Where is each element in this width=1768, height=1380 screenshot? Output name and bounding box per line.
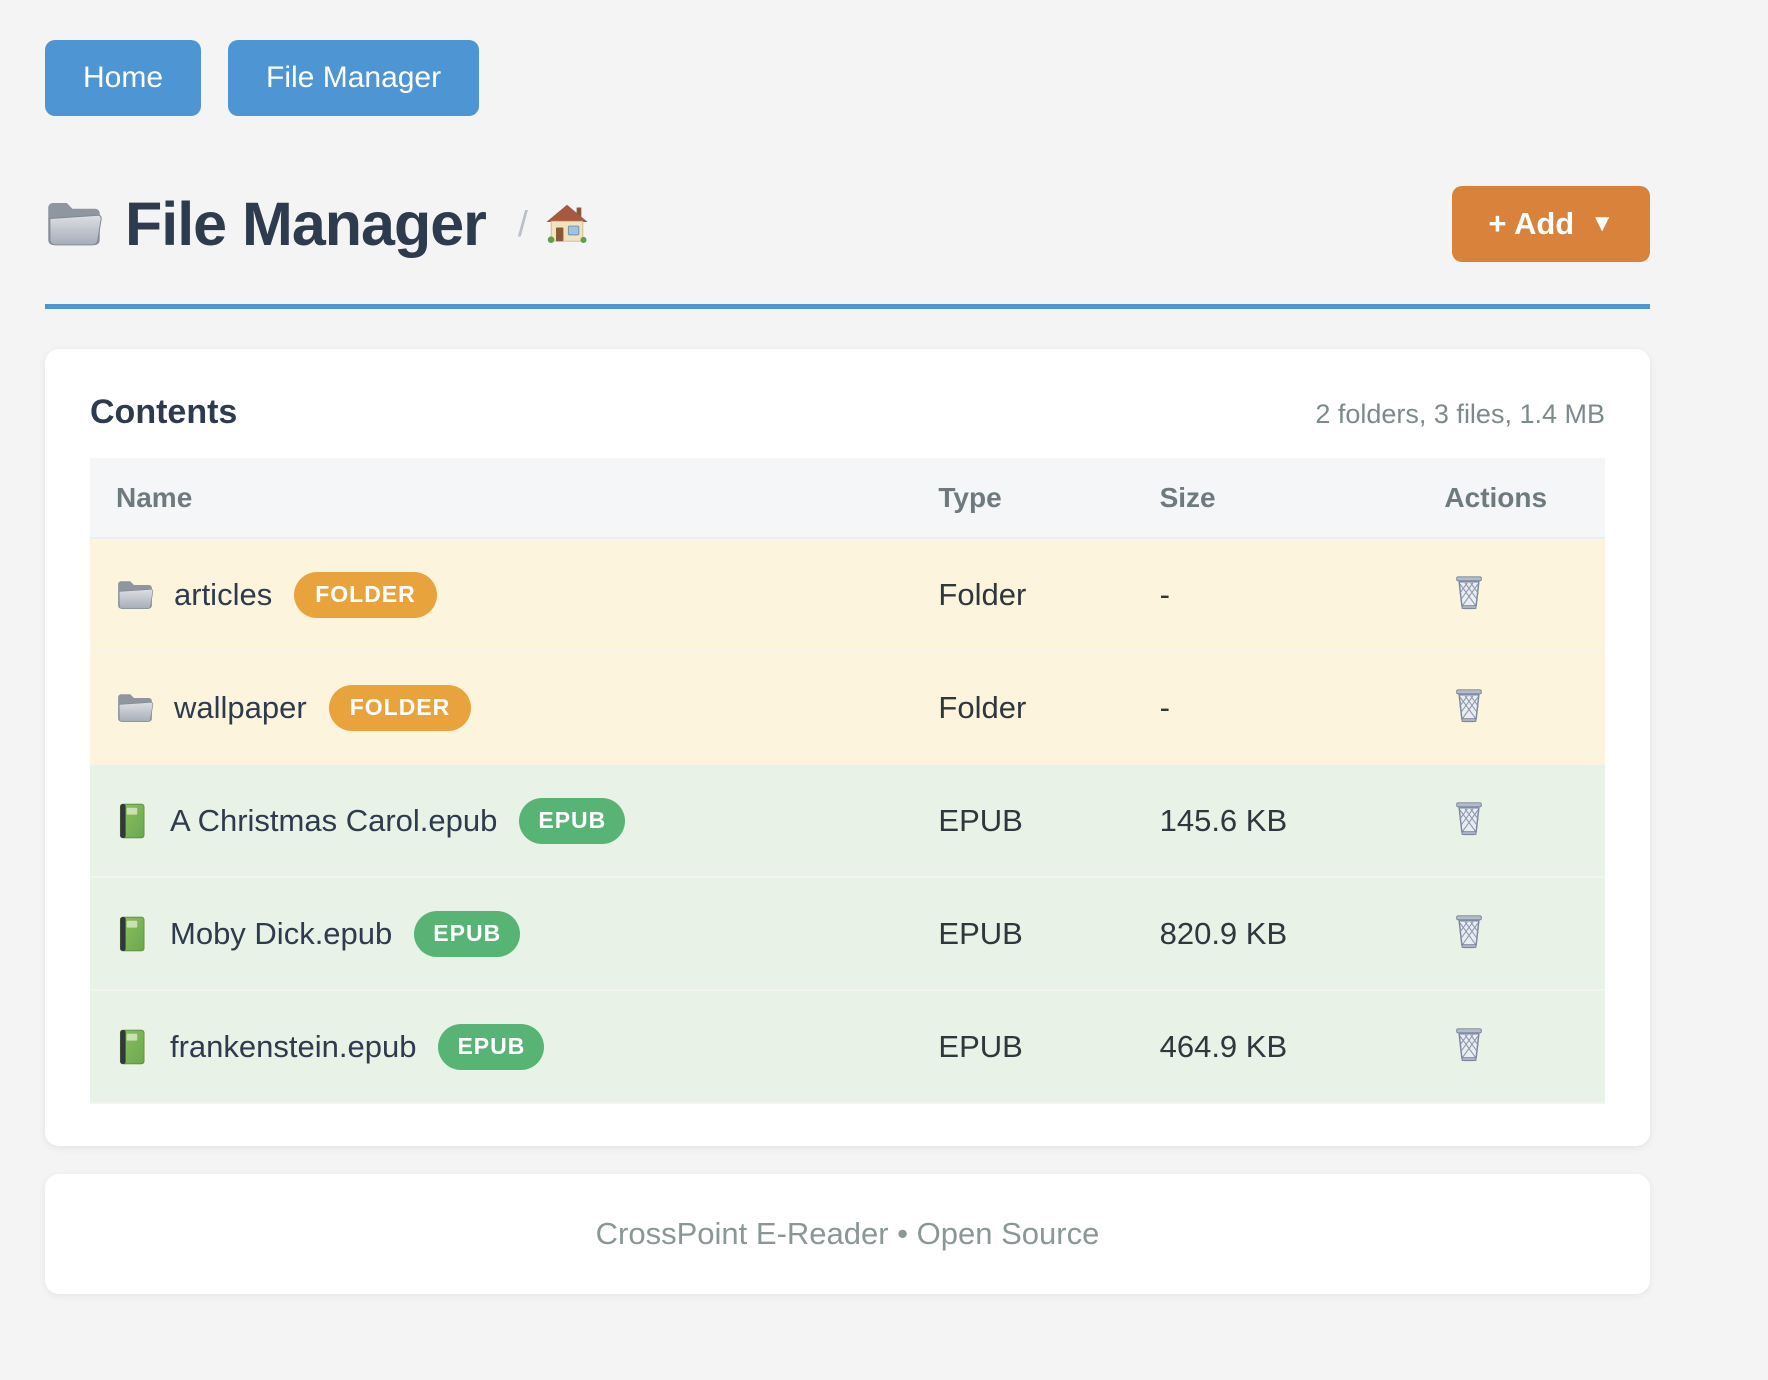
delete-button[interactable] [1448, 683, 1490, 729]
file-name: A Christmas Carol.epub [170, 803, 497, 839]
file-name: Moby Dick.epub [170, 916, 392, 952]
book-icon [116, 915, 150, 953]
table-row[interactable]: frankenstein.epub EPUB EPUB 464.9 KB [90, 990, 1605, 1103]
column-header-type: Type [938, 458, 1159, 538]
book-icon [116, 1028, 150, 1066]
folder-icon [116, 691, 154, 725]
type-badge: EPUB [414, 911, 520, 957]
table-row[interactable]: wallpaper FOLDER Folder - [90, 651, 1605, 764]
contents-card-header: Contents 2 folders, 3 files, 1.4 MB [90, 393, 1605, 432]
footer-text: CrossPoint E-Reader • Open Source [596, 1216, 1100, 1252]
type-badge: EPUB [519, 798, 625, 844]
trash-icon [1452, 800, 1486, 838]
page: Home File Manager File Manager / [45, 0, 1650, 1294]
delete-button[interactable] [1448, 909, 1490, 955]
contents-summary: 2 folders, 3 files, 1.4 MB [1315, 399, 1605, 430]
column-header-size: Size [1160, 458, 1445, 538]
file-size: 145.6 KB [1160, 764, 1445, 877]
breadcrumb-separator: / [518, 203, 528, 245]
file-name: articles [174, 577, 272, 613]
nav-home-button[interactable]: Home [45, 40, 201, 116]
folder-icon [45, 198, 103, 250]
nav-file-manager-button[interactable]: File Manager [228, 40, 479, 116]
breadcrumb: / [518, 202, 590, 246]
delete-button[interactable] [1448, 796, 1490, 842]
house-icon[interactable] [544, 202, 590, 246]
footer: CrossPoint E-Reader • Open Source [45, 1174, 1650, 1294]
table-row[interactable]: Moby Dick.epub EPUB EPUB 820.9 KB [90, 877, 1605, 990]
table-row[interactable]: A Christmas Carol.epub EPUB EPUB 145.6 K… [90, 764, 1605, 877]
file-type: EPUB [938, 990, 1159, 1103]
title-divider [45, 304, 1650, 309]
page-header: File Manager / + Add ▼ [45, 186, 1650, 262]
caret-down-icon: ▼ [1590, 210, 1614, 238]
file-size: - [1160, 538, 1445, 651]
book-icon [116, 802, 150, 840]
column-header-name: Name [90, 458, 938, 538]
add-button-label: + Add [1488, 206, 1574, 242]
file-type: Folder [938, 651, 1159, 764]
file-type: EPUB [938, 764, 1159, 877]
contents-card: Contents 2 folders, 3 files, 1.4 MB Name… [45, 349, 1650, 1146]
contents-table-body: articles FOLDER Folder - [90, 538, 1605, 1103]
files-table: Name Type Size Actions ar [90, 458, 1605, 1104]
table-header-row: Name Type Size Actions [90, 458, 1605, 538]
title-group: File Manager / [45, 189, 590, 259]
trash-icon [1452, 574, 1486, 612]
table-row[interactable]: articles FOLDER Folder - [90, 538, 1605, 651]
trash-icon [1452, 1026, 1486, 1064]
file-size: 820.9 KB [1160, 877, 1445, 990]
contents-heading: Contents [90, 393, 237, 432]
file-type: EPUB [938, 877, 1159, 990]
file-name: frankenstein.epub [170, 1029, 416, 1065]
delete-button[interactable] [1448, 1022, 1490, 1068]
page-title: File Manager [125, 189, 486, 259]
top-nav: Home File Manager [45, 40, 1650, 116]
delete-button[interactable] [1448, 570, 1490, 616]
add-button[interactable]: + Add ▼ [1452, 186, 1650, 262]
file-size: - [1160, 651, 1445, 764]
column-header-actions: Actions [1444, 458, 1605, 538]
file-name: wallpaper [174, 690, 307, 726]
trash-icon [1452, 687, 1486, 725]
file-type: Folder [938, 538, 1159, 651]
type-badge: FOLDER [294, 572, 437, 618]
trash-icon [1452, 913, 1486, 951]
type-badge: EPUB [438, 1024, 544, 1070]
folder-icon [116, 578, 154, 612]
file-size: 464.9 KB [1160, 990, 1445, 1103]
type-badge: FOLDER [329, 685, 472, 731]
